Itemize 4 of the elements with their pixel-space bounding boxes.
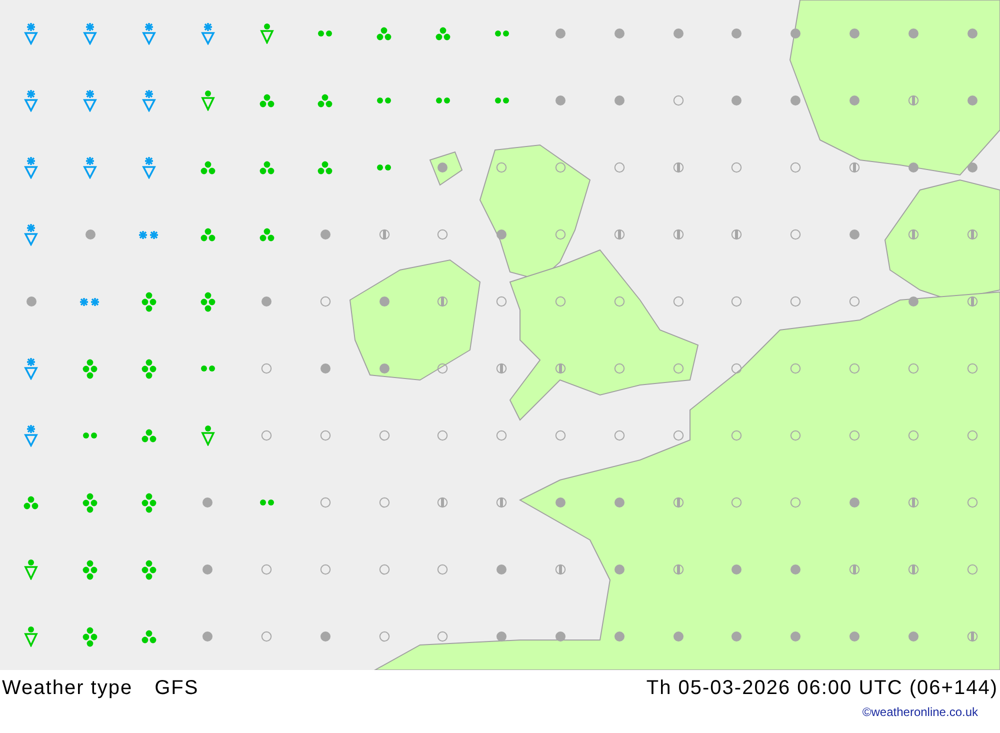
map-title: Weather type — [2, 676, 133, 700]
forecast-datetime: Th 05-03-2026 06:00 UTC (06+144) — [646, 676, 998, 700]
model-name: GFS — [154, 676, 199, 700]
credit-link[interactable]: ©weatheronline.co.uk — [862, 705, 978, 719]
